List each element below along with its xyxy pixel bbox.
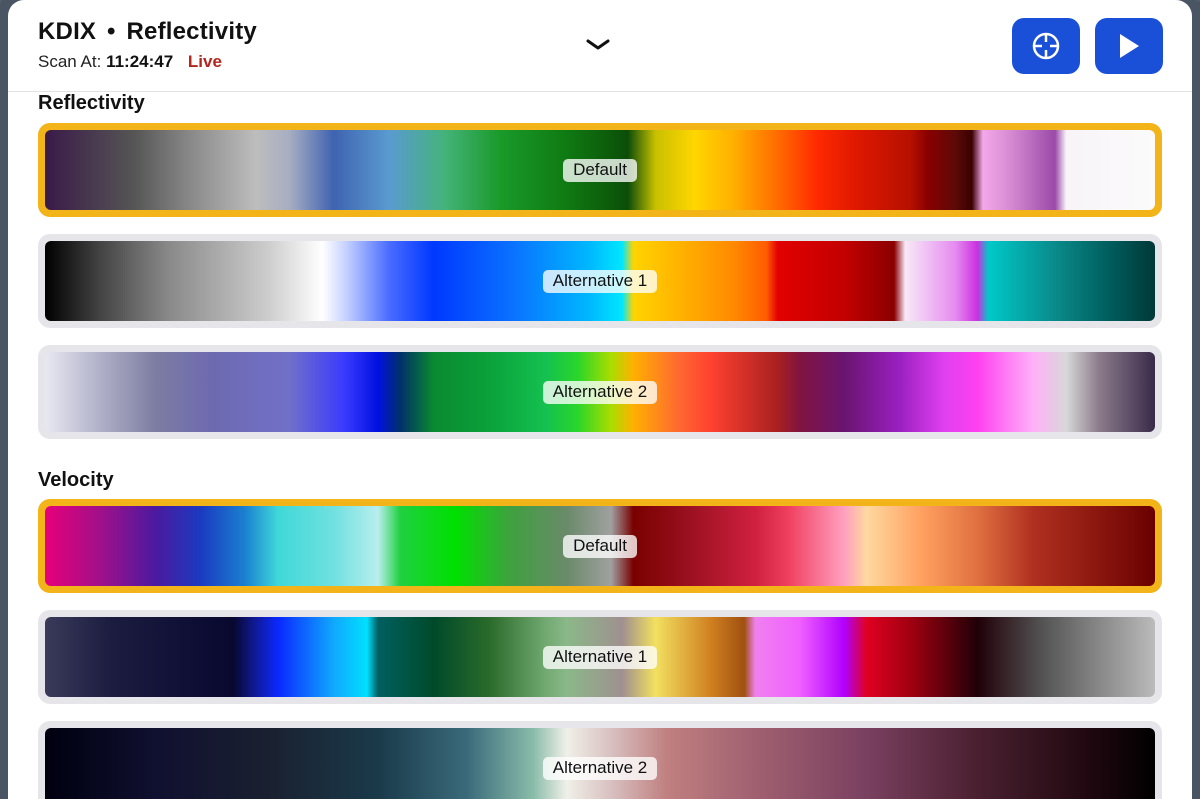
play-icon (1120, 34, 1139, 58)
color-gradient-bar: Alternative 2 (45, 352, 1155, 432)
station-id: KDIX (38, 18, 97, 45)
chevron-down-icon (586, 39, 610, 50)
panel-header: KDIX • Reflectivity Scan At: 11:24:47 Li… (8, 0, 1192, 92)
section-title-reflectivity: Reflectivity (38, 92, 145, 114)
play-button[interactable] (1095, 18, 1163, 74)
scan-prefix: Scan At: (38, 52, 102, 71)
live-status-badge: Live (187, 52, 222, 71)
color-gradient-bar: Default (45, 506, 1155, 586)
reflectivity-scale-alternative-2[interactable]: Alternative 2 (38, 345, 1162, 439)
scale-label: Alternative 2 (542, 380, 658, 404)
scale-label: Default (563, 158, 637, 182)
color-gradient-bar: Alternative 1 (45, 241, 1155, 321)
reflectivity-scale-alternative-1[interactable]: Alternative 1 (38, 234, 1162, 328)
color-gradient-bar: Alternative 2 (45, 728, 1155, 799)
collapse-button[interactable] (583, 30, 613, 60)
scale-label: Alternative 1 (542, 645, 658, 669)
velocity-scale-alternative-2[interactable]: Alternative 2 (38, 721, 1162, 799)
scale-label: Alternative 1 (542, 269, 658, 293)
scale-label: Alternative 2 (542, 756, 658, 780)
velocity-scale-default[interactable]: Default (38, 499, 1162, 593)
velocity-scale-alternative-1[interactable]: Alternative 1 (38, 610, 1162, 704)
locate-button[interactable] (1012, 18, 1080, 74)
scan-time: 11:24:47 (106, 52, 174, 71)
scan-info: Scan At: 11:24:47 Live (38, 52, 222, 72)
color-gradient-bar: Default (45, 130, 1155, 210)
title-separator: • (107, 18, 116, 45)
reflectivity-scale-default[interactable]: Default (38, 123, 1162, 217)
scale-label: Default (563, 534, 637, 558)
station-title: KDIX • Reflectivity (38, 18, 257, 46)
color-scale-panel: KDIX • Reflectivity Scan At: 11:24:47 Li… (8, 0, 1192, 799)
section-title-velocity: Velocity (38, 469, 114, 491)
product-name: Reflectivity (126, 18, 257, 45)
crosshair-icon (1032, 32, 1060, 60)
color-gradient-bar: Alternative 1 (45, 617, 1155, 697)
